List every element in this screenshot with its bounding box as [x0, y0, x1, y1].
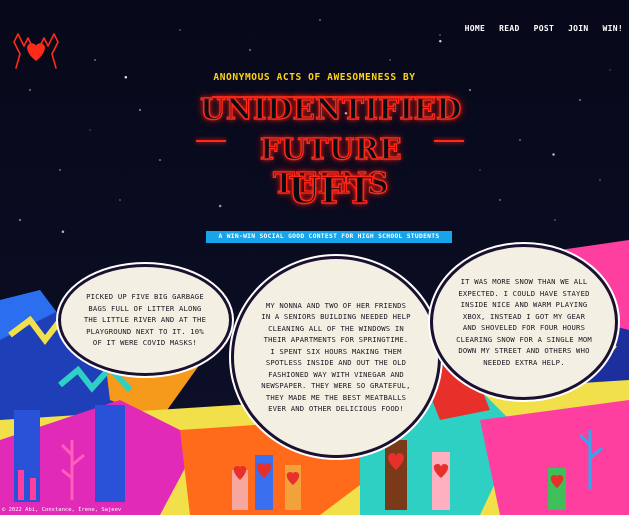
- footer-copyright: © 2022 Abi, Constance, Irene, Sajeev: [2, 507, 122, 513]
- page: HOME READ POST JOIN WIN! ANONYMOUS ACTS …: [0, 0, 629, 515]
- story-bubble-3[interactable]: IT WAS MORE SNOW THAN WE ALL EXPECTED. I…: [430, 244, 618, 400]
- story-text-3: IT WAS MORE SNOW THAN WE ALL EXPECTED. I…: [456, 277, 592, 367]
- story-text-2: MY NONNA AND TWO OF HER FRIENDS IN A SEN…: [261, 300, 411, 414]
- story-bubble-1[interactable]: PICKED UP FIVE BIG GARBAGE BAGS FULL OF …: [58, 264, 232, 376]
- story-text-1: PICKED UP FIVE BIG GARBAGE BAGS FULL OF …: [83, 292, 207, 348]
- story-bubble-2[interactable]: MY NONNA AND TWO OF HER FRIENDS IN A SEN…: [231, 256, 441, 458]
